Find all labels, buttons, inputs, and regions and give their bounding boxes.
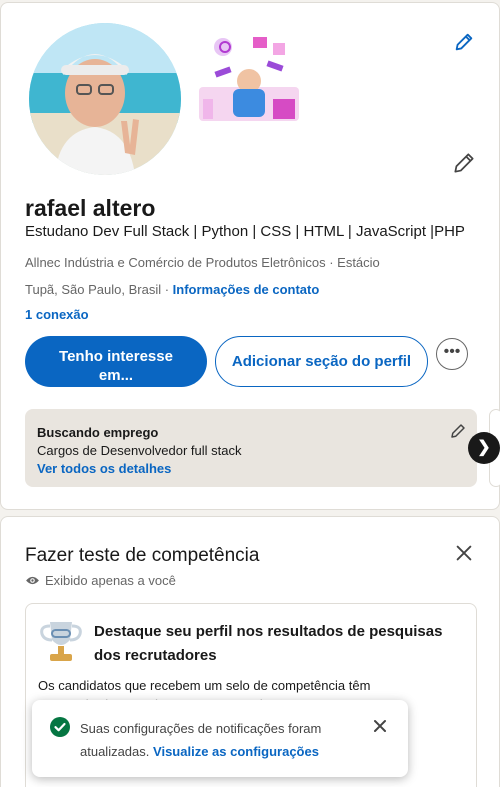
profile-photo[interactable]	[29, 23, 181, 175]
profile-name: rafael altero	[25, 195, 156, 221]
profile-location-row: Tupã, São Paulo, Brasil · Informações de…	[25, 282, 319, 297]
eye-icon	[26, 576, 39, 585]
dismiss-close-icon[interactable]	[453, 542, 475, 564]
visibility-row: Exibido apenas a você	[25, 573, 176, 588]
success-check-icon	[50, 717, 70, 737]
open-to-work-roles: Cargos de Desenvolvedor full stack	[37, 443, 242, 458]
toast-message: Suas configurações de notificações foram…	[80, 717, 360, 763]
carousel-next-button[interactable]: ❯	[468, 432, 500, 464]
profile-headline: Estudano Dev Full Stack | Python | CSS |…	[25, 223, 465, 240]
contact-info-link[interactable]: Informações de contato	[173, 282, 320, 297]
open-to-label-line1: Tenho interesse	[59, 347, 173, 365]
toast-close-icon[interactable]	[372, 718, 388, 734]
location-separator: ·	[161, 282, 173, 297]
profile-company-education: Allnec Indústria e Comércio de Produtos …	[25, 255, 380, 270]
open-to-work-title: Buscando emprego	[37, 425, 159, 440]
add-profile-section-button[interactable]: Adicionar seção do perfil	[215, 336, 428, 387]
open-to-label-line2: em...	[98, 366, 134, 384]
skill-promo-body: Os candidatos que recebem um selo de com…	[38, 678, 371, 693]
chevron-right-icon: ❯	[477, 439, 491, 456]
edit-banner-icon[interactable]	[453, 31, 475, 53]
more-actions-button[interactable]: •••	[436, 338, 468, 370]
open-to-button[interactable]: Tenho interesse em...	[25, 336, 207, 387]
connections-link[interactable]: 1 conexão	[25, 307, 89, 322]
notification-toast: Suas configurações de notificações foram…	[32, 700, 408, 777]
skill-promo-title: Destaque seu perfil nos resultados de pe…	[94, 623, 443, 664]
skill-assessment-title: Fazer teste de competência	[25, 545, 260, 566]
see-all-details-link[interactable]: Ver todos os detalhes	[37, 461, 171, 476]
open-to-work-box: Buscando emprego Cargos de Desenvolvedor…	[25, 409, 477, 487]
ellipsis-icon: •••	[443, 343, 461, 360]
view-settings-link[interactable]: Visualize as configurações	[153, 744, 319, 759]
banner-illustration	[193, 29, 305, 129]
profile-location: Tupã, São Paulo, Brasil	[25, 282, 162, 297]
edit-open-to-work-icon[interactable]	[449, 422, 467, 440]
visibility-label: Exibido apenas a você	[45, 573, 176, 588]
profile-card: rafael altero Estudano Dev Full Stack | …	[0, 2, 500, 510]
trophy-icon	[36, 616, 86, 666]
edit-intro-icon[interactable]	[451, 150, 477, 176]
